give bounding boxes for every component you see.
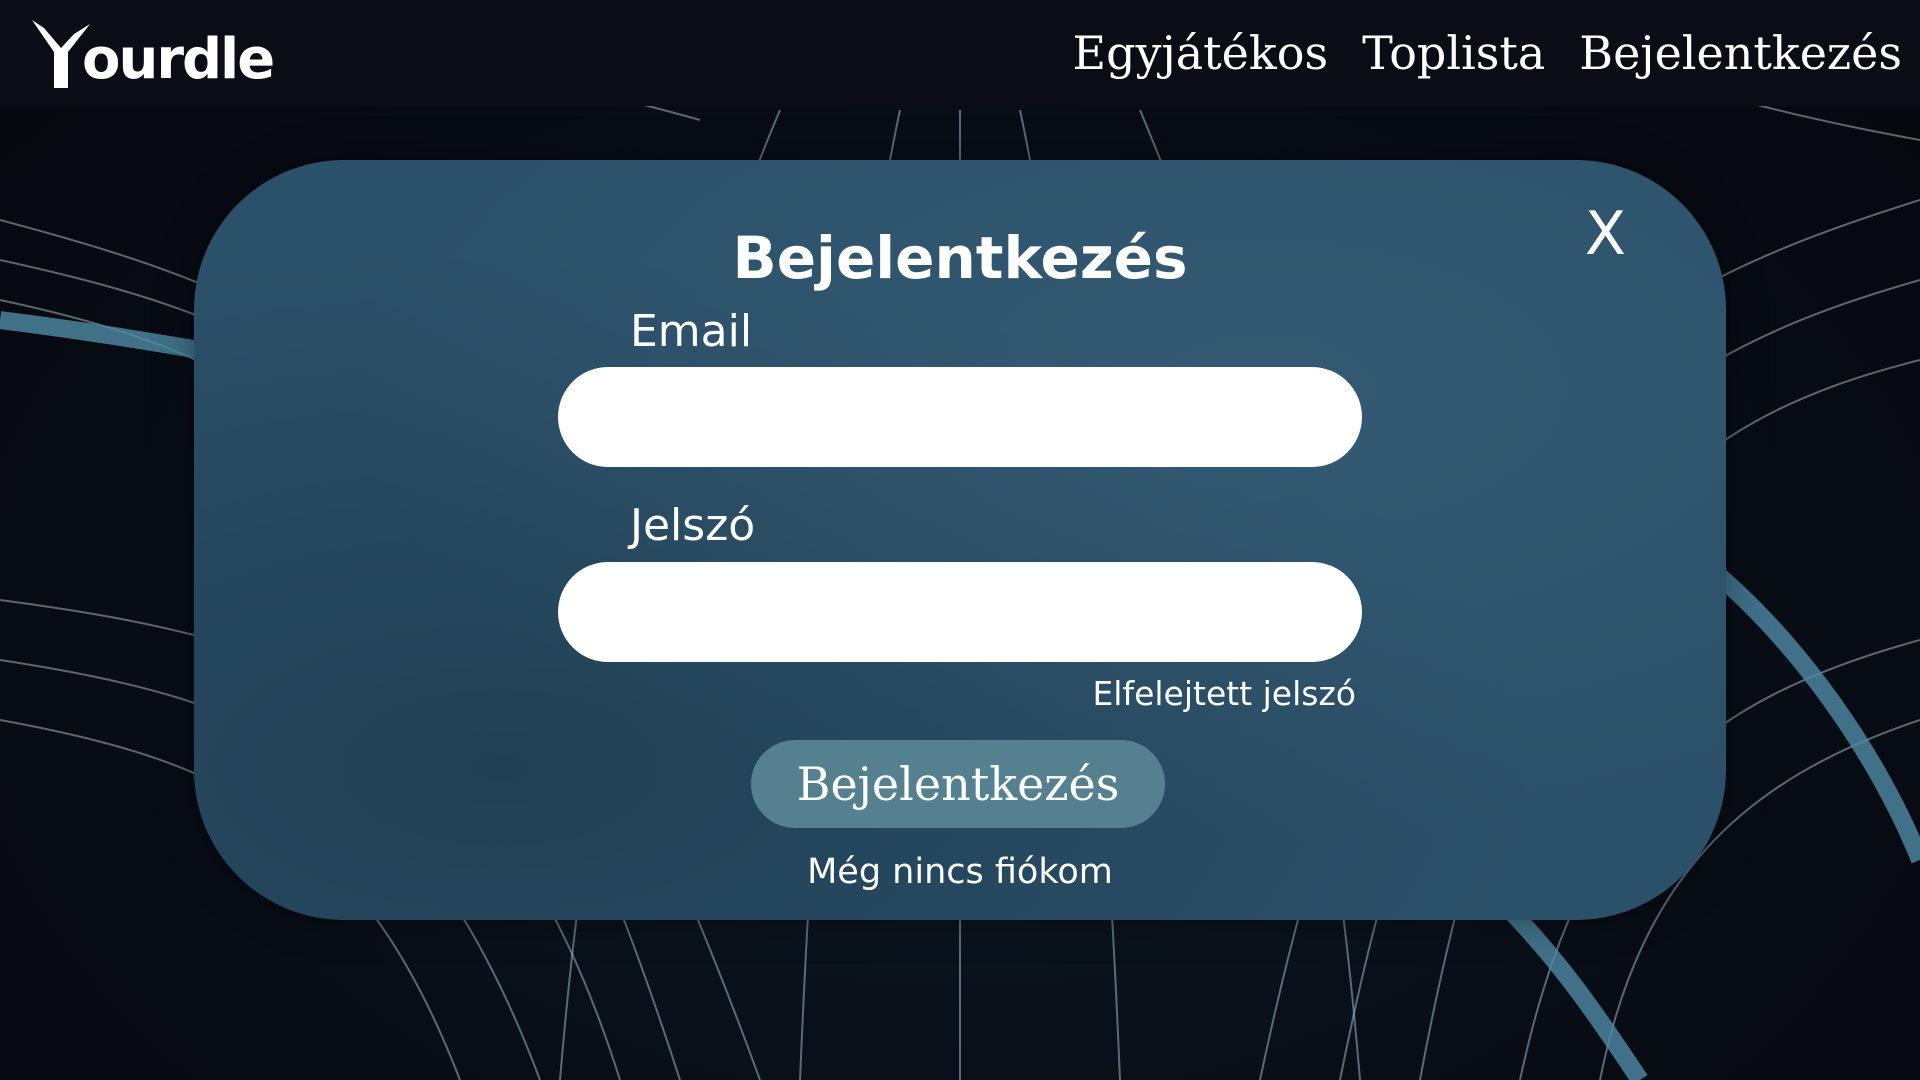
logo[interactable]: ourdle — [30, 14, 275, 92]
email-input[interactable] — [558, 367, 1362, 467]
login-submit-button[interactable]: Bejelentkezés — [751, 740, 1165, 828]
register-link[interactable]: Még nincs fiókom — [194, 852, 1726, 892]
nav-link-singleplayer[interactable]: Egyjátékos — [1072, 26, 1328, 81]
login-modal: X Bejelentkezés Email Jelszó Elfelejtett… — [194, 160, 1726, 920]
nav-link-leaderboard[interactable]: Toplista — [1362, 26, 1545, 81]
forgot-password-link[interactable]: Elfelejtett jelszó — [1092, 674, 1356, 713]
nav-link-login[interactable]: Bejelentkezés — [1579, 26, 1902, 81]
email-label: Email — [630, 306, 753, 357]
top-navbar: ourdle Egyjátékos Toplista Bejelentkezés — [0, 0, 1920, 106]
page: ourdle Egyjátékos Toplista Bejelentkezés… — [0, 0, 1920, 1080]
modal-title: Bejelentkezés — [732, 224, 1188, 292]
nav-links: Egyjátékos Toplista Bejelentkezés — [1072, 26, 1902, 81]
password-label: Jelszó — [630, 500, 756, 551]
password-input[interactable] — [558, 562, 1362, 662]
logo-text: ourdle — [82, 27, 275, 92]
